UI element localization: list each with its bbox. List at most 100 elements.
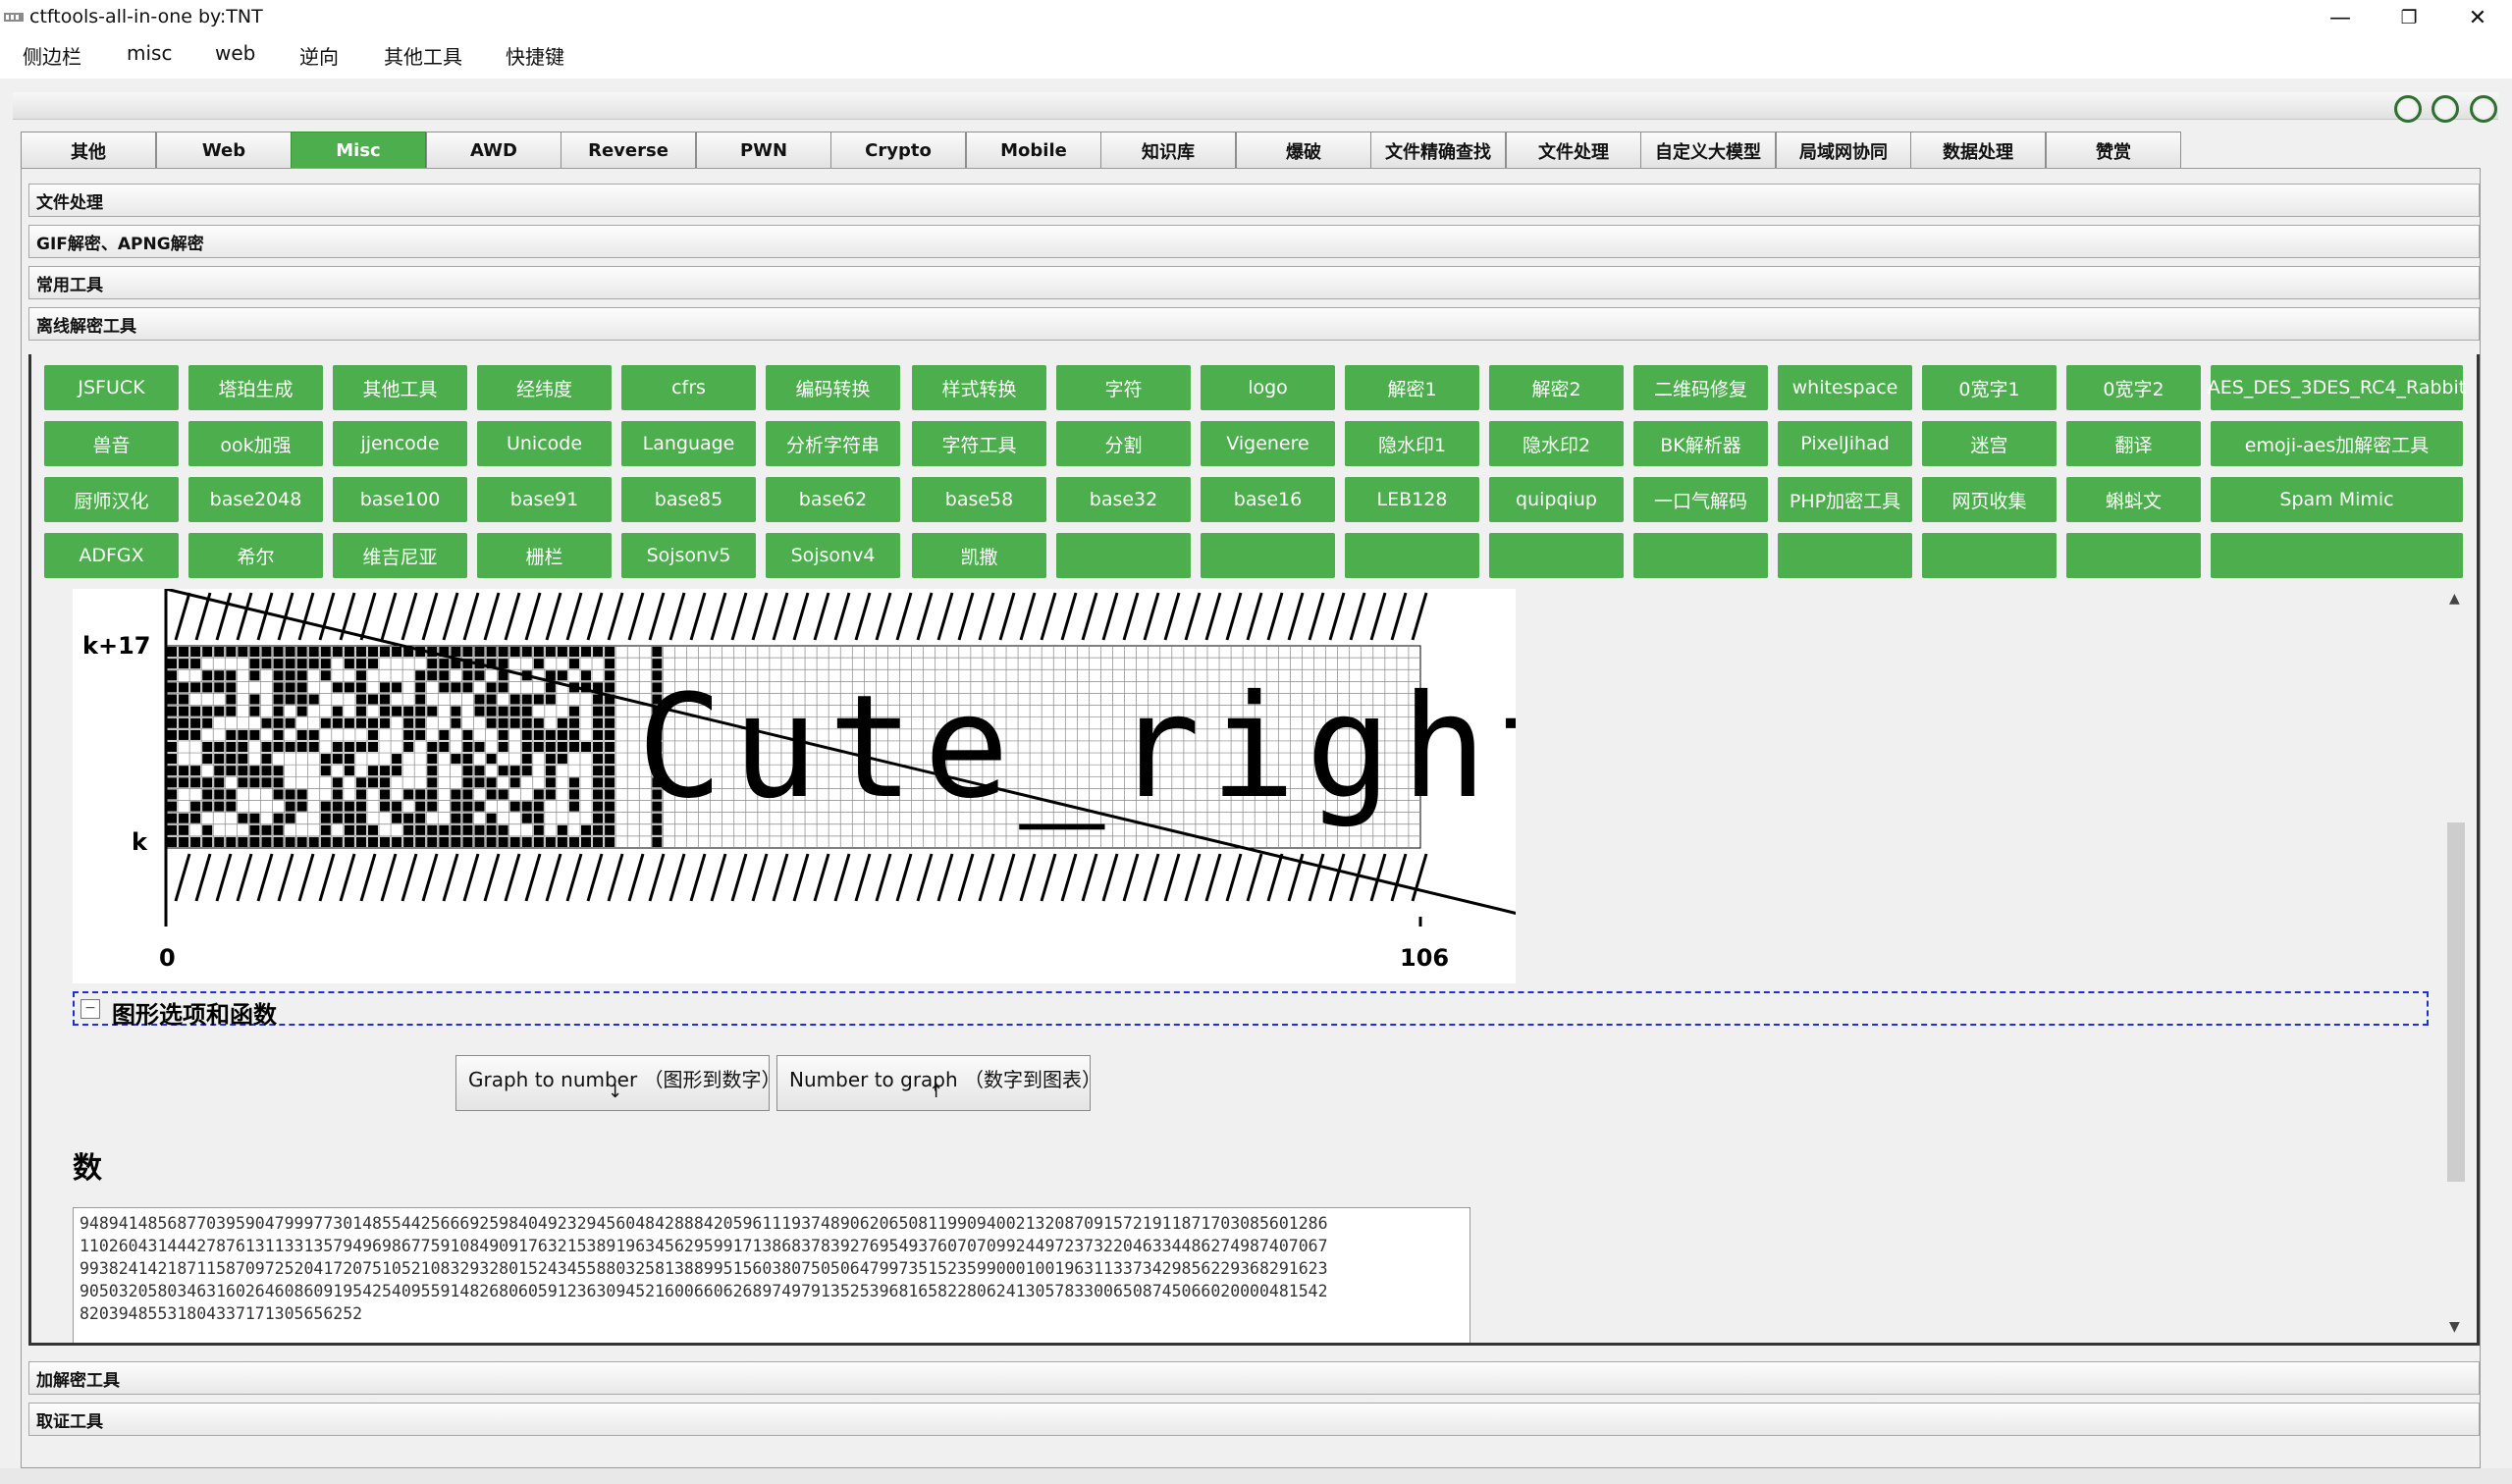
menu-shortcuts[interactable]: 快捷键 [506, 41, 564, 70]
number-to-graph-button[interactable]: Number to graph （数字到图表） ↑ [776, 1055, 1101, 1111]
tool-button-empty[interactable] [2211, 533, 2463, 578]
tool-button[interactable]: Spam Mimic [2211, 477, 2463, 522]
menu-other-tools[interactable]: 其他工具 [384, 41, 462, 70]
tab-4[interactable]: Reverse [561, 132, 696, 169]
section-encrypt-decrypt[interactable]: 加解密工具 [28, 1361, 2480, 1395]
collapse-toggle-icon[interactable]: − [80, 999, 100, 1019]
tool-button-empty[interactable] [1778, 533, 1912, 578]
tab-0[interactable]: 其他 [21, 132, 156, 169]
tool-button[interactable]: base62 [766, 477, 900, 522]
menu-sidebar[interactable]: 侧边栏 [23, 41, 81, 70]
tool-button[interactable]: BK解析器 [1633, 421, 1768, 466]
tool-button[interactable]: PHP加密工具 [1778, 477, 1912, 522]
scroll-up-icon[interactable]: ▲ [2449, 591, 2460, 607]
tool-button[interactable]: emoji-aes加解密工具 [2211, 421, 2463, 466]
tool-button[interactable]: PixelJihad [1778, 421, 1912, 466]
tool-button[interactable]: quipqiup [1489, 477, 1624, 522]
tool-button[interactable]: 迷宫 [1922, 421, 2057, 466]
tool-button-empty[interactable] [1201, 533, 1335, 578]
tool-button[interactable]: 塔珀生成 [188, 365, 323, 410]
tool-button[interactable]: 网页收集 [1922, 477, 2057, 522]
circle-button-1[interactable] [2394, 95, 2422, 123]
tool-button[interactable]: 隐水印1 [1345, 421, 1479, 466]
circle-button-3[interactable] [2470, 95, 2497, 123]
section-gif-apng[interactable]: GIF解密、APNG解密 [28, 225, 2480, 258]
tool-button[interactable]: 字符工具 [912, 421, 1046, 466]
menu-misc[interactable]: misc [127, 41, 172, 65]
graph-to-number-button[interactable]: Graph to number （图形到数字） ↓ [455, 1055, 781, 1111]
tool-button-empty[interactable] [1633, 533, 1768, 578]
tool-button[interactable]: 分割 [1056, 421, 1191, 466]
menu-reverse[interactable]: 逆向 [299, 41, 339, 70]
tool-button-empty[interactable] [1489, 533, 1624, 578]
tool-button[interactable]: 厨师汉化 [44, 477, 179, 522]
tool-button[interactable]: ook加强 [188, 421, 323, 466]
tool-button[interactable]: 一口气解码 [1633, 477, 1768, 522]
tool-button[interactable]: 样式转换 [912, 365, 1046, 410]
maximize-button[interactable]: ❐ [2375, 0, 2443, 35]
tool-button[interactable]: 维吉尼亚 [333, 533, 467, 578]
minimize-button[interactable]: — [2306, 0, 2375, 35]
graph-scroll-area[interactable]: Cute_right} k+17 k x 0 106 − 图形选项和函数 Gra… [45, 589, 2434, 1343]
section-offline-decrypt[interactable]: 离线解密工具 [28, 307, 2480, 341]
tool-button[interactable]: Vigenere [1201, 421, 1335, 466]
tool-button[interactable]: Sojsonv4 [766, 533, 900, 578]
tool-button[interactable]: 其他工具 [333, 365, 467, 410]
scroll-down-icon[interactable]: ▼ [2449, 1319, 2460, 1335]
tab-12[interactable]: 自定义大模型 [1640, 132, 1776, 169]
tool-button[interactable]: 希尔 [188, 533, 323, 578]
tab-1[interactable]: Web [156, 132, 292, 169]
tool-button[interactable]: 二维码修复 [1633, 365, 1768, 410]
tool-button[interactable]: LEB128 [1345, 477, 1479, 522]
section-forensics[interactable]: 取证工具 [28, 1403, 2480, 1436]
tab-8[interactable]: 知识库 [1100, 132, 1236, 169]
tool-button[interactable]: Language [621, 421, 756, 466]
tool-button[interactable]: AES_DES_3DES_RC4_Rabbit [2208, 365, 2466, 410]
tool-button[interactable]: base32 [1056, 477, 1191, 522]
tab-3[interactable]: AWD [426, 132, 561, 169]
tab-10[interactable]: 文件精确查找 [1370, 132, 1506, 169]
tool-button-empty[interactable] [1922, 533, 2057, 578]
vertical-scrollbar[interactable]: ▲ ▼ [2444, 589, 2468, 1341]
tool-button-empty[interactable] [1056, 533, 1191, 578]
tab-5[interactable]: PWN [696, 132, 831, 169]
tab-11[interactable]: 文件处理 [1506, 132, 1641, 169]
tool-button[interactable]: base91 [477, 477, 612, 522]
tool-button[interactable]: 解密1 [1345, 365, 1479, 410]
tab-2[interactable]: Misc [291, 132, 426, 169]
tool-button[interactable]: cfrs [621, 365, 756, 410]
tool-button[interactable]: 翻译 [2066, 421, 2201, 466]
tool-button[interactable]: 编码转换 [766, 365, 900, 410]
tool-button[interactable]: jjencode [333, 421, 467, 466]
tool-button[interactable]: 蝌蚪文 [2066, 477, 2201, 522]
section-common-tools[interactable]: 常用工具 [28, 266, 2480, 299]
tool-button[interactable]: 解密2 [1489, 365, 1624, 410]
tool-button[interactable]: whitespace [1778, 365, 1912, 410]
scrollbar-thumb[interactable] [2447, 822, 2465, 1182]
tool-button[interactable]: logo [1201, 365, 1335, 410]
tool-button[interactable]: 经纬度 [477, 365, 612, 410]
tool-button[interactable]: 字符 [1056, 365, 1191, 410]
tool-button[interactable]: base85 [621, 477, 756, 522]
number-textarea[interactable]: 9489414856877039590479997730148554425666… [73, 1207, 1470, 1343]
tool-button-empty[interactable] [1345, 533, 1479, 578]
tool-button[interactable]: base100 [333, 477, 467, 522]
tool-button[interactable]: base2048 [188, 477, 323, 522]
tool-button[interactable]: ADFGX [44, 533, 179, 578]
graph-options-header[interactable]: − 图形选项和函数 [73, 991, 2429, 1029]
tool-button[interactable]: 0宽字1 [1922, 365, 2057, 410]
tab-9[interactable]: 爆破 [1236, 132, 1371, 169]
tool-button[interactable]: 分析字符串 [766, 421, 900, 466]
tool-button[interactable]: base58 [912, 477, 1046, 522]
tab-6[interactable]: Crypto [830, 132, 966, 169]
tool-button[interactable]: base16 [1201, 477, 1335, 522]
menu-web[interactable]: web [215, 41, 255, 65]
tool-button[interactable]: Sojsonv5 [621, 533, 756, 578]
tool-button[interactable]: 0宽字2 [2066, 365, 2201, 410]
tab-7[interactable]: Mobile [966, 132, 1101, 169]
tool-button[interactable]: 隐水印2 [1489, 421, 1624, 466]
tab-14[interactable]: 数据处理 [1910, 132, 2046, 169]
tab-15[interactable]: 赞赏 [2046, 132, 2181, 169]
tool-button[interactable]: JSFUCK [44, 365, 179, 410]
tool-button[interactable]: 兽音 [44, 421, 179, 466]
